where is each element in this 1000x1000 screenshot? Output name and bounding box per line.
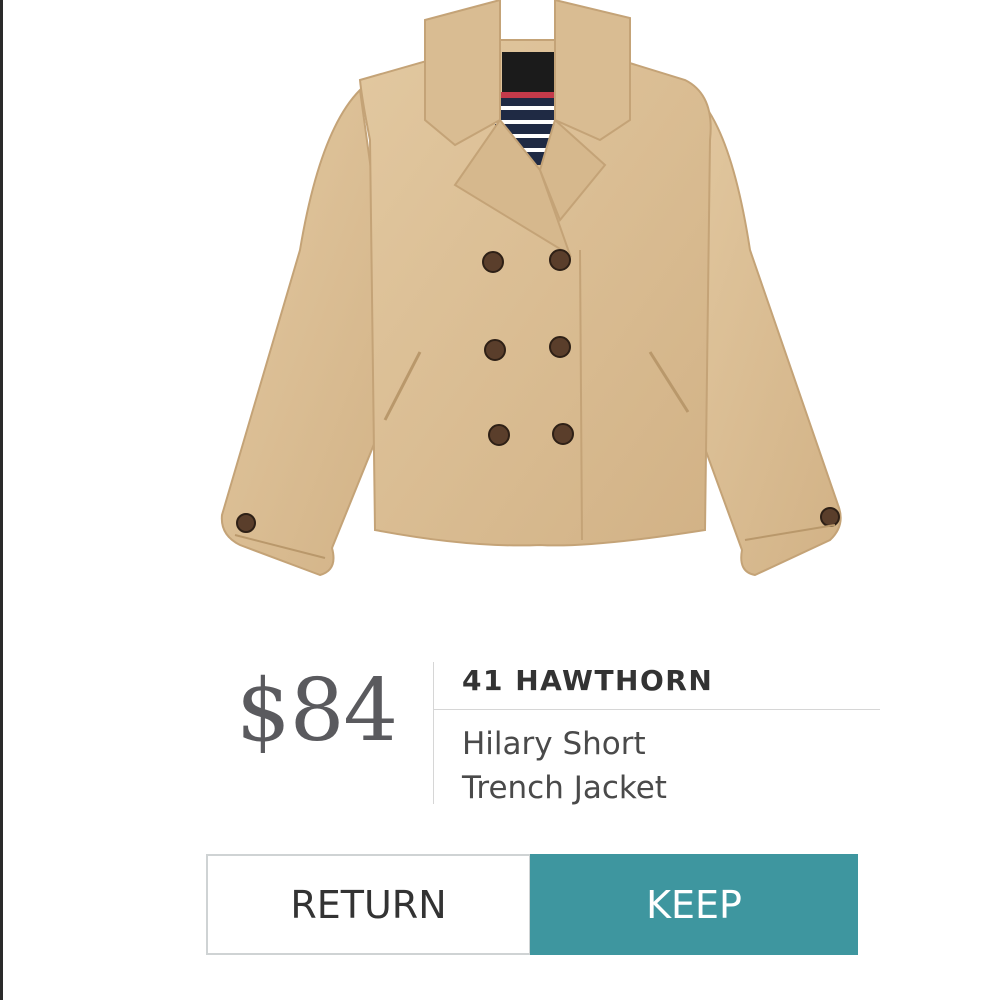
button-icon xyxy=(482,251,504,273)
product-name-line1: Hilary Short xyxy=(462,726,646,762)
button-icon xyxy=(552,423,574,445)
horizontal-divider xyxy=(433,709,880,710)
button-icon xyxy=(549,336,571,358)
button-icon xyxy=(484,339,506,361)
keep-button[interactable]: KEEP xyxy=(530,854,858,955)
return-button[interactable]: RETURN xyxy=(206,854,531,955)
product-image xyxy=(220,0,842,577)
button-icon xyxy=(549,249,571,271)
brand-name: 41 HAWTHORN xyxy=(462,664,714,697)
collar-left xyxy=(424,0,501,147)
button-icon xyxy=(236,513,256,533)
vertical-divider xyxy=(433,662,434,804)
collar-right xyxy=(554,0,631,142)
product-name: Hilary Short Trench Jacket xyxy=(462,722,762,810)
price: $84 xyxy=(236,661,398,761)
left-edge-border xyxy=(0,0,3,1000)
brand-label xyxy=(502,52,554,92)
product-name-line2: Trench Jacket xyxy=(462,770,667,806)
button-icon xyxy=(488,424,510,446)
button-icon xyxy=(820,507,840,527)
